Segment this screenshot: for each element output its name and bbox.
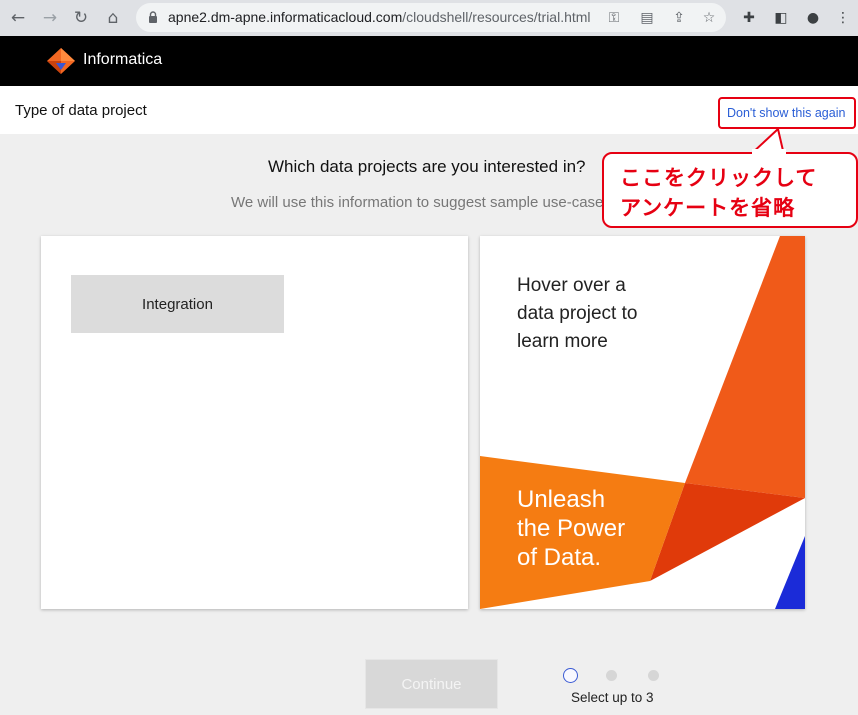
back-icon[interactable]: ← — [4, 0, 32, 36]
home-icon[interactable]: ⌂ — [99, 0, 127, 36]
extensions-icon[interactable]: ✚ — [738, 8, 760, 28]
callout-line2: アンケートを省略 — [620, 196, 796, 220]
promo-panel: Hover over a data project to learn more … — [480, 236, 805, 609]
dont-show-again-link[interactable]: Don't show this again — [718, 97, 856, 129]
informatica-logo-icon — [47, 48, 75, 74]
promo-unleash-text: Unleash the Power of Data. — [517, 486, 626, 571]
question-heading: Which data projects are you interested i… — [268, 157, 586, 176]
step-indicator-1 — [563, 668, 578, 683]
step-indicator-2 — [606, 670, 617, 681]
callout-pointer-cover — [752, 149, 786, 157]
question-subtext: We will use this information to suggest … — [231, 194, 616, 211]
select-hint: Select up to 3 — [571, 690, 654, 705]
browser-toolbar: ← → ↻ ⌂ apne2.dm-apne.informaticacloud.c… — [0, 0, 858, 36]
side-panel-icon[interactable]: ◧ — [770, 8, 792, 28]
translate-icon[interactable]: ▤ — [636, 8, 658, 28]
reload-icon[interactable]: ↻ — [67, 0, 95, 36]
menu-icon[interactable]: ⋮ — [832, 8, 854, 28]
continue-button[interactable]: Continue — [365, 659, 498, 709]
app-header: Informatica — [0, 36, 858, 86]
logo-text: Informatica — [83, 51, 163, 68]
forward-icon[interactable]: → — [36, 0, 64, 36]
lock-icon — [149, 11, 157, 23]
key-icon[interactable]: ⚿ — [603, 8, 625, 28]
step-indicator-3 — [648, 670, 659, 681]
url-text: apne2.dm-apne.informaticacloud.com/cloud… — [168, 9, 591, 25]
annotation-callout: ここをクリックして アンケートを省略 — [602, 152, 858, 228]
bookmark-star-icon[interactable]: ☆ — [698, 8, 720, 28]
callout-line1: ここをクリックして — [620, 166, 818, 190]
promo-hover-text: Hover over a data project to learn more — [517, 275, 638, 352]
page-title: Type of data project — [15, 102, 147, 119]
project-option-integration[interactable]: Integration — [71, 275, 284, 333]
profile-icon[interactable]: ● — [802, 8, 824, 28]
share-icon[interactable]: ⇪ — [668, 8, 690, 28]
address-bar[interactable]: apne2.dm-apne.informaticacloud.com/cloud… — [136, 3, 726, 32]
dont-show-again-label: Don't show this again — [727, 106, 846, 120]
project-options-panel: Integration — [41, 236, 468, 609]
